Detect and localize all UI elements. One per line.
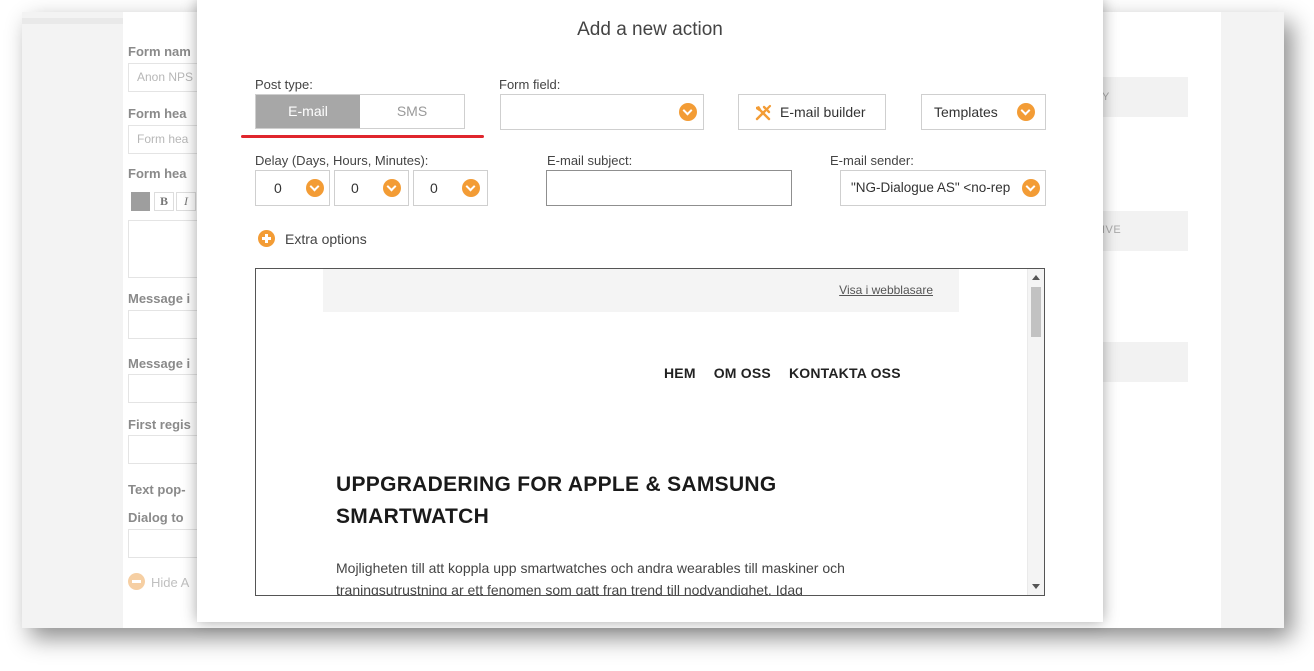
email-subject-label: E-mail subject: — [547, 153, 633, 168]
email-sender-label: E-mail sender: — [830, 153, 914, 168]
bg-label-form-name: Form nam — [128, 44, 191, 59]
scroll-down-icon[interactable] — [1032, 584, 1040, 589]
preview-heading: UPPGRADERING FOR APPLE & SAMSUNG SMARTWA… — [336, 473, 777, 528]
bg-input-form-header[interactable]: Form hea — [128, 125, 198, 154]
bg-right-panel-1 — [1102, 77, 1188, 117]
bg-label-text-popup: Text pop- — [128, 482, 186, 497]
delay-days-select[interactable]: 0 — [255, 170, 330, 206]
view-in-browser-link[interactable]: Visa i webblasare — [839, 283, 933, 297]
bg-label-form-header: Form hea — [128, 106, 187, 121]
tools-icon — [755, 104, 772, 121]
preview-scrollbar[interactable] — [1027, 269, 1044, 595]
add-action-modal: Add a new action Post type: E-mail SMS F… — [197, 0, 1103, 622]
bg-right-panel-3 — [1102, 342, 1188, 382]
minus-circle-icon — [128, 573, 145, 590]
plus-circle-icon — [258, 230, 275, 247]
chevron-down-icon — [383, 179, 401, 197]
chevron-down-icon — [1017, 103, 1035, 121]
preview-topbar: Visa i webblasare — [323, 269, 959, 312]
extra-options-toggle[interactable]: Extra options — [258, 230, 367, 247]
bg-label-message-2: Message i — [128, 356, 191, 371]
preview-nav-item[interactable]: HEM — [664, 365, 696, 381]
preview-nav: HEM OM OSS KONTAKTA OSS — [664, 365, 919, 381]
delay-minutes-value: 0 — [430, 180, 438, 196]
email-sender-select[interactable]: "NG-Dialogue AS" <no-rep — [840, 170, 1046, 206]
chevron-down-icon — [306, 179, 324, 197]
bg-editor-toolbar: B I — [128, 190, 198, 214]
templates-label: Templates — [934, 104, 998, 120]
italic-icon[interactable]: I — [176, 192, 196, 211]
templates-button[interactable]: Templates — [921, 94, 1046, 130]
delay-days-value: 0 — [274, 180, 282, 196]
background-strip — [22, 18, 123, 24]
delay-label: Delay (Days, Hours, Minutes): — [255, 153, 429, 168]
post-type-toggle: E-mail SMS — [255, 94, 465, 129]
post-type-label: Post type: — [255, 77, 313, 92]
post-type-email-option[interactable]: E-mail — [256, 95, 360, 128]
delay-hours-value: 0 — [351, 180, 359, 196]
bg-editor-area[interactable] — [128, 220, 198, 278]
bg-label-first-registration: First regis — [128, 417, 191, 432]
email-builder-label: E-mail builder — [780, 104, 866, 120]
bg-input-dialog[interactable] — [128, 529, 198, 558]
bg-input-message-2[interactable] — [128, 374, 198, 403]
scrollbar-thumb[interactable] — [1031, 287, 1041, 337]
bg-input-first-registration[interactable] — [128, 435, 198, 464]
bg-input-form-name[interactable]: Anon NPS — [128, 63, 198, 92]
chevron-down-icon — [462, 179, 480, 197]
delay-hours-select[interactable]: 0 — [334, 170, 409, 206]
bg-label-message-1: Message i — [128, 291, 191, 306]
chevron-down-icon — [1022, 179, 1040, 197]
chevron-down-icon — [679, 103, 697, 121]
bold-icon[interactable]: B — [154, 192, 174, 211]
preview-nav-item[interactable]: KONTAKTA OSS — [789, 365, 901, 381]
bg-right-label-1: Y — [1102, 91, 1110, 103]
extra-options-label: Extra options — [285, 231, 367, 247]
form-field-select[interactable] — [500, 94, 704, 130]
color-swatch-icon[interactable] — [131, 192, 150, 211]
bg-hide-label: Hide A — [151, 575, 190, 590]
highlight-underline — [241, 135, 484, 138]
email-sender-value: "NG-Dialogue AS" <no-rep — [851, 180, 1011, 195]
preview-paragraph: Mojligheten till att koppla upp smartwat… — [336, 560, 845, 596]
preview-nav-item[interactable]: OM OSS — [714, 365, 771, 381]
bg-right-label-2: IVE — [1102, 224, 1122, 236]
form-field-label: Form field: — [499, 77, 561, 92]
post-type-sms-option[interactable]: SMS — [360, 95, 464, 128]
scroll-up-icon[interactable] — [1032, 275, 1040, 280]
bg-label-dialog: Dialog to — [128, 510, 184, 525]
bg-input-message-1[interactable] — [128, 310, 198, 339]
email-builder-button[interactable]: E-mail builder — [738, 94, 886, 130]
email-subject-input[interactable] — [546, 170, 792, 206]
bg-label-form-header-2: Form hea — [128, 166, 187, 181]
bg-hide-link[interactable]: Hide A — [128, 573, 189, 590]
modal-title: Add a new action — [577, 19, 723, 40]
email-preview[interactable]: Visa i webblasare HEM OM OSS KONTAKTA OSS … — [255, 268, 1045, 596]
delay-minutes-select[interactable]: 0 — [413, 170, 488, 206]
